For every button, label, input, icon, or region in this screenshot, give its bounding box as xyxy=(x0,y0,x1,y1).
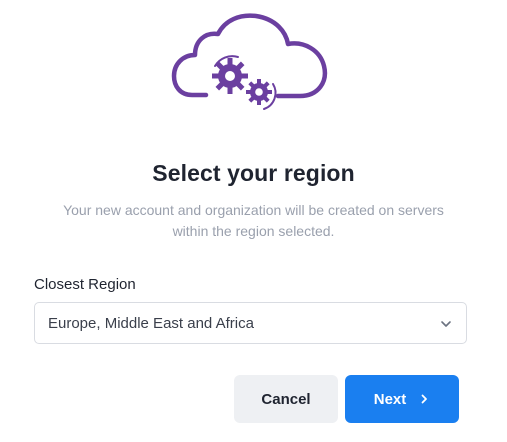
region-selection-page: Select your region Your new account and … xyxy=(0,0,507,442)
next-button[interactable]: Next xyxy=(345,375,459,423)
gear-icon xyxy=(246,79,272,105)
chevron-right-icon xyxy=(421,394,428,404)
chevron-down-icon xyxy=(441,321,451,327)
region-field-label: Closest Region xyxy=(34,276,136,293)
next-button-label: Next xyxy=(373,390,407,408)
cloud-gears-icon xyxy=(171,13,328,110)
subtitle-line: within the region selected. xyxy=(172,223,335,239)
region-select-value: Europe, Middle East and Africa xyxy=(48,315,254,332)
cancel-button-label: Cancel xyxy=(261,390,311,408)
subtitle-line: Your new account and organization will b… xyxy=(63,202,444,218)
page-subtitle: Your new account and organization will b… xyxy=(40,200,467,242)
cancel-button[interactable]: Cancel xyxy=(234,375,338,423)
region-select[interactable]: Europe, Middle East and Africa xyxy=(34,302,467,344)
page-title: Select your region xyxy=(152,160,355,186)
